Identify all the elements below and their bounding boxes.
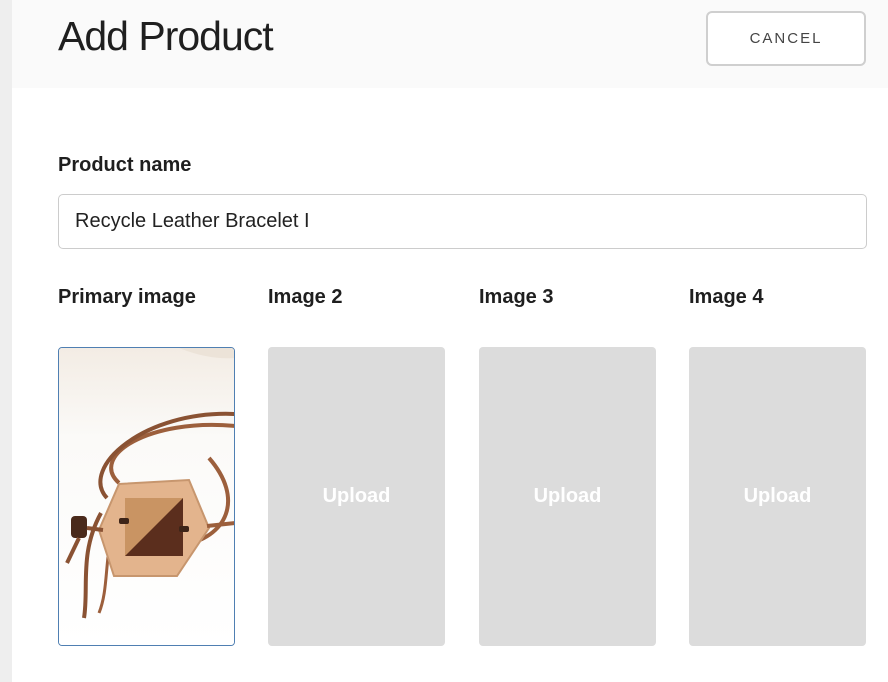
image-4-upload-slot[interactable]: Upload — [689, 347, 866, 646]
primary-image-label: Primary image — [58, 286, 196, 308]
image-4-label: Image 4 — [689, 286, 764, 308]
product-name-input[interactable] — [58, 194, 867, 249]
image-2-upload-slot[interactable]: Upload — [268, 347, 445, 646]
image-2-label: Image 2 — [268, 286, 343, 308]
cancel-button[interactable]: CANCEL — [706, 11, 866, 66]
page-title: Add Product — [58, 13, 274, 59]
primary-image-slot[interactable] — [58, 347, 235, 646]
image-4-upload-label: Upload — [743, 485, 812, 507]
image-3-upload-slot[interactable]: Upload — [479, 347, 656, 646]
product-name-label: Product name — [58, 154, 192, 176]
leather-bracelet-photo — [59, 348, 234, 645]
image-2-upload-label: Upload — [322, 485, 391, 507]
left-edge-strip — [0, 0, 12, 682]
image-3-label: Image 3 — [479, 286, 554, 308]
add-product-page: Add Product CANCEL Product name Primary … — [0, 0, 888, 682]
image-3-upload-label: Upload — [533, 485, 602, 507]
